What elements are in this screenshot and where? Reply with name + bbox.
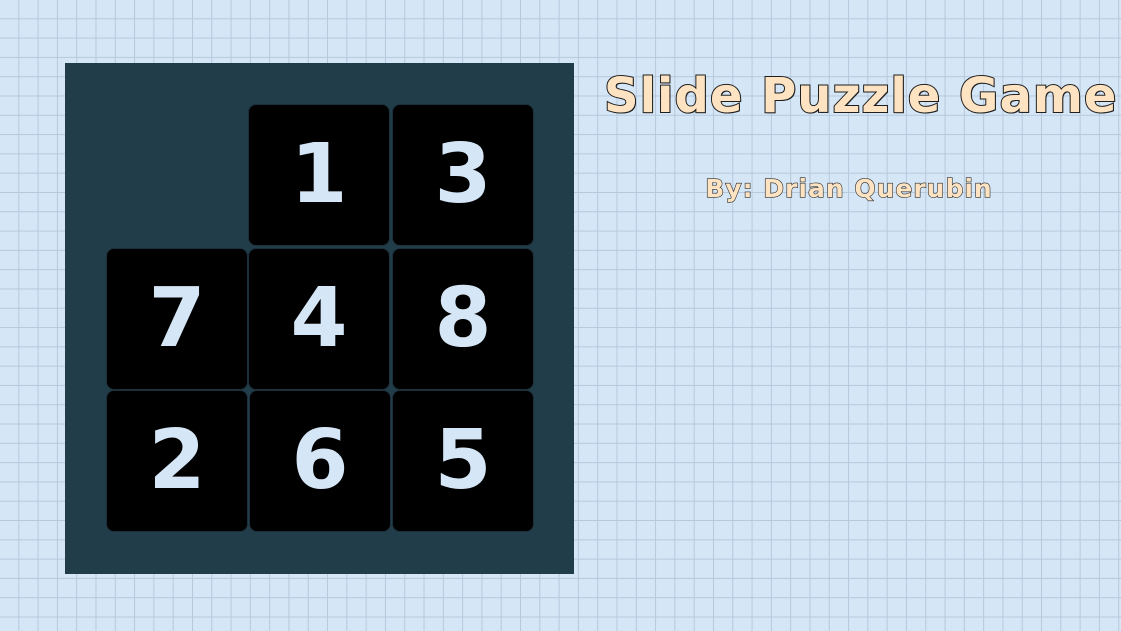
puzzle-tile-1[interactable]: 1 <box>248 104 390 246</box>
tile-number: 1 <box>290 127 348 222</box>
puzzle-tile-3[interactable]: 3 <box>392 104 534 246</box>
tile-number: 6 <box>291 413 349 508</box>
author-byline: By: Drian Querubin <box>705 173 993 203</box>
puzzle-tile-7[interactable]: 7 <box>106 248 248 390</box>
puzzle-tile-6[interactable]: 6 <box>249 390 391 532</box>
empty-slot <box>106 104 248 246</box>
tile-number: 5 <box>434 413 492 508</box>
page-title: Slide Puzzle Game <box>603 67 1118 125</box>
tile-number: 4 <box>290 271 348 366</box>
tile-number: 3 <box>434 127 492 222</box>
tile-number: 2 <box>148 413 206 508</box>
tile-number: 8 <box>434 271 492 366</box>
tile-number: 7 <box>148 271 206 366</box>
puzzle-tile-4[interactable]: 4 <box>248 248 390 390</box>
puzzle-tile-2[interactable]: 2 <box>106 390 248 532</box>
puzzle-tile-5[interactable]: 5 <box>392 390 534 532</box>
puzzle-board: 1 3 7 4 8 2 6 5 <box>106 104 534 532</box>
puzzle-tile-8[interactable]: 8 <box>392 248 534 390</box>
